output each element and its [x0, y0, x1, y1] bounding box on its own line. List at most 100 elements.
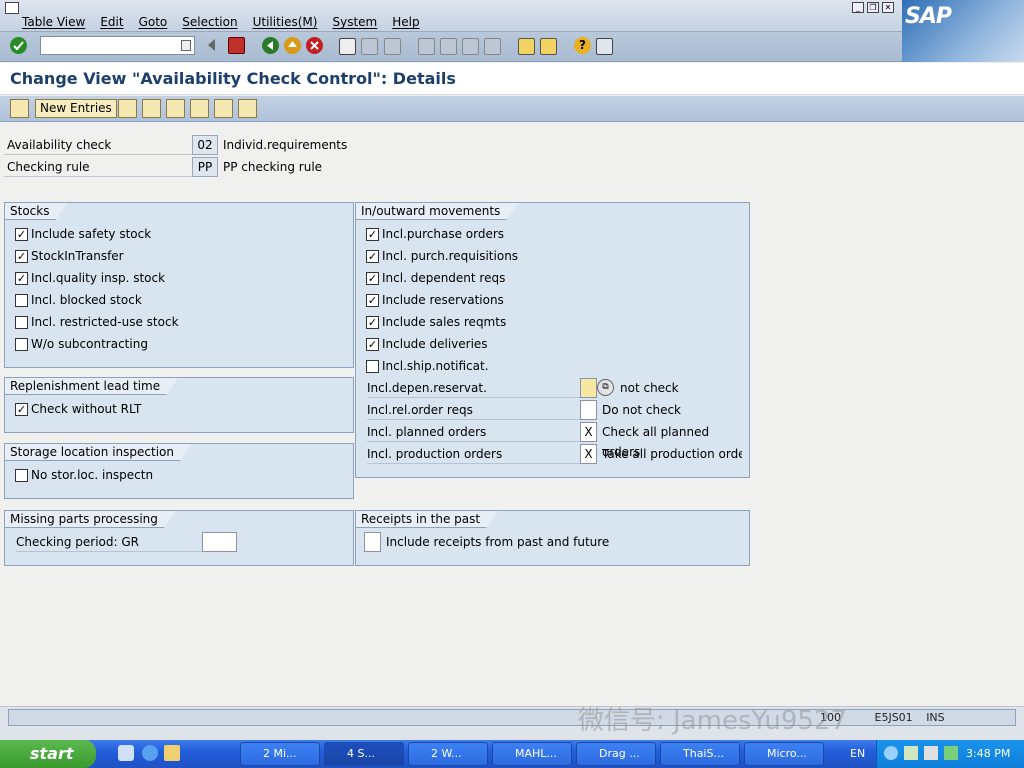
task-button-6[interactable]: ThaiS...	[660, 742, 740, 766]
display-change-icon[interactable]	[10, 99, 29, 118]
purch-requisitions-checkbox[interactable]: ✓	[366, 249, 379, 263]
delete-icon[interactable]	[142, 99, 161, 118]
undo-change-icon[interactable]	[166, 99, 185, 118]
volume-icon[interactable]	[924, 746, 938, 760]
menu-table-view[interactable]: Table View	[22, 15, 85, 29]
enter-icon[interactable]	[10, 37, 27, 54]
planned-orders-field[interactable]: X	[580, 422, 597, 442]
deliveries-checkbox[interactable]: ✓	[366, 337, 379, 351]
replenishment-group: Replenishment lead time ✓ Check without R…	[4, 377, 354, 433]
menu-help[interactable]: Help	[392, 15, 419, 29]
next-page-icon[interactable]	[462, 38, 479, 55]
production-orders-field[interactable]: X	[580, 444, 597, 464]
print-icon[interactable]	[339, 38, 356, 55]
network-icon[interactable]	[904, 746, 918, 760]
first-page-icon[interactable]	[418, 38, 435, 55]
variable-list-icon[interactable]	[238, 99, 257, 118]
safety-stock-row[interactable]: ✓ Include safety stock	[15, 226, 151, 242]
new-entries-button[interactable]: New Entries	[35, 99, 117, 118]
save-icon[interactable]	[228, 37, 245, 54]
next-entry-icon[interactable]	[214, 99, 233, 118]
depen-reservat-text: not check	[620, 381, 679, 395]
cancel-icon[interactable]	[306, 37, 323, 54]
shortcut-icon[interactable]	[540, 38, 557, 55]
menu-goto[interactable]: Goto	[139, 15, 168, 29]
stock-in-transfer-row[interactable]: ✓ StockInTransfer	[15, 248, 124, 264]
check-without-rlt-row[interactable]: ✓ Check without RLT	[15, 401, 141, 417]
task-button-3[interactable]: 2 W...	[408, 742, 488, 766]
safety-stock-checkbox[interactable]: ✓	[15, 227, 28, 241]
command-history-icon[interactable]	[181, 40, 191, 51]
deliveries-row[interactable]: ✓ Include deliveries	[366, 336, 488, 352]
sales-reqmts-row[interactable]: ✓ Include sales reqmts	[366, 314, 506, 330]
task-button-7[interactable]: Micro...	[744, 742, 824, 766]
back-icon[interactable]	[262, 37, 279, 54]
input-mode[interactable]: INS	[926, 711, 944, 724]
internet-explorer-icon[interactable]	[142, 745, 158, 761]
expand-left-icon[interactable]	[208, 39, 215, 51]
ship-notificat-checkbox[interactable]	[366, 359, 379, 373]
dependent-reqs-checkbox[interactable]: ✓	[366, 271, 379, 285]
quality-insp-stock-checkbox[interactable]: ✓	[15, 271, 28, 285]
sales-reqmts-checkbox[interactable]: ✓	[366, 315, 379, 329]
movements-group: In/outward movements ✓ Incl.purchase orde…	[355, 202, 750, 478]
wifi-icon[interactable]	[944, 746, 958, 760]
folder-icon[interactable]	[164, 745, 180, 761]
dependent-reqs-row[interactable]: ✓ Incl. dependent reqs	[366, 270, 505, 286]
task-button-2[interactable]: 4 S...	[324, 742, 404, 766]
restricted-use-stock-row[interactable]: Incl. restricted-use stock	[15, 314, 179, 330]
blocked-stock-row[interactable]: Incl. blocked stock	[15, 292, 142, 308]
close-icon[interactable]: ✕	[882, 2, 894, 13]
rel-order-reqs-field[interactable]	[580, 400, 597, 420]
task-button-4[interactable]: MAHL...	[492, 742, 572, 766]
checking-rule-field[interactable]: PP	[192, 157, 218, 177]
quality-insp-stock-row[interactable]: ✓ Incl.quality insp. stock	[15, 270, 165, 286]
value-help-icon[interactable]: ⧉	[597, 379, 614, 396]
reservations-row[interactable]: ✓ Include reservations	[366, 292, 504, 308]
language-indicator[interactable]: EN	[850, 747, 865, 760]
system-menu-icon[interactable]	[5, 2, 19, 14]
copy-as-icon[interactable]	[118, 99, 137, 118]
reservations-checkbox[interactable]: ✓	[366, 293, 379, 307]
previous-entry-icon[interactable]	[190, 99, 209, 118]
command-field[interactable]	[40, 36, 195, 55]
tray-app-icon[interactable]	[884, 746, 898, 760]
previous-page-icon[interactable]	[440, 38, 457, 55]
find-icon[interactable]	[361, 38, 378, 55]
layout-menu-icon[interactable]	[596, 38, 613, 55]
restricted-use-stock-checkbox[interactable]	[15, 315, 28, 329]
availability-check-field[interactable]: 02	[192, 135, 218, 155]
no-stor-loc-inspection-row[interactable]: No stor.loc. inspectn	[15, 467, 153, 483]
restore-icon[interactable]: ❐	[867, 2, 879, 13]
find-next-icon[interactable]	[384, 38, 401, 55]
menu-selection[interactable]: Selection	[182, 15, 237, 29]
checking-period-gr-field[interactable]	[202, 532, 237, 552]
check-without-rlt-checkbox[interactable]: ✓	[15, 402, 28, 416]
show-desktop-icon[interactable]	[118, 745, 134, 761]
create-session-icon[interactable]	[518, 38, 535, 55]
purchase-orders-row[interactable]: ✓ Incl.purchase orders	[366, 226, 504, 242]
no-stor-loc-inspection-checkbox[interactable]	[15, 468, 28, 482]
depen-reservat-label: Incl.depen.reservat.	[367, 378, 582, 398]
receipts-past-text: Include receipts from past and future	[386, 535, 610, 549]
stock-in-transfer-checkbox[interactable]: ✓	[15, 249, 28, 263]
menu-system[interactable]: System	[332, 15, 377, 29]
task-button-5[interactable]: Drag ...	[576, 742, 656, 766]
task-button-1[interactable]: 2 Mi...	[240, 742, 320, 766]
purch-requisitions-row[interactable]: ✓ Incl. purch.requisitions	[366, 248, 518, 264]
wo-subcontracting-checkbox[interactable]	[15, 337, 28, 351]
exit-icon[interactable]	[284, 37, 301, 54]
help-icon[interactable]: ?	[574, 37, 591, 54]
menu-utilities[interactable]: Utilities(M)	[253, 15, 318, 29]
checking-rule-text: PP checking rule	[223, 160, 323, 174]
blocked-stock-checkbox[interactable]	[15, 293, 28, 307]
receipts-past-field[interactable]	[364, 532, 381, 552]
menu-edit[interactable]: Edit	[100, 15, 123, 29]
ship-notificat-row[interactable]: Incl.ship.notificat.	[366, 358, 489, 374]
depen-reservat-field[interactable]	[580, 378, 597, 398]
purchase-orders-checkbox[interactable]: ✓	[366, 227, 379, 241]
minimize-icon[interactable]: _	[852, 2, 864, 13]
last-page-icon[interactable]	[484, 38, 501, 55]
wo-subcontracting-row[interactable]: W/o subcontracting	[15, 336, 148, 352]
start-button[interactable]: start	[0, 740, 96, 768]
